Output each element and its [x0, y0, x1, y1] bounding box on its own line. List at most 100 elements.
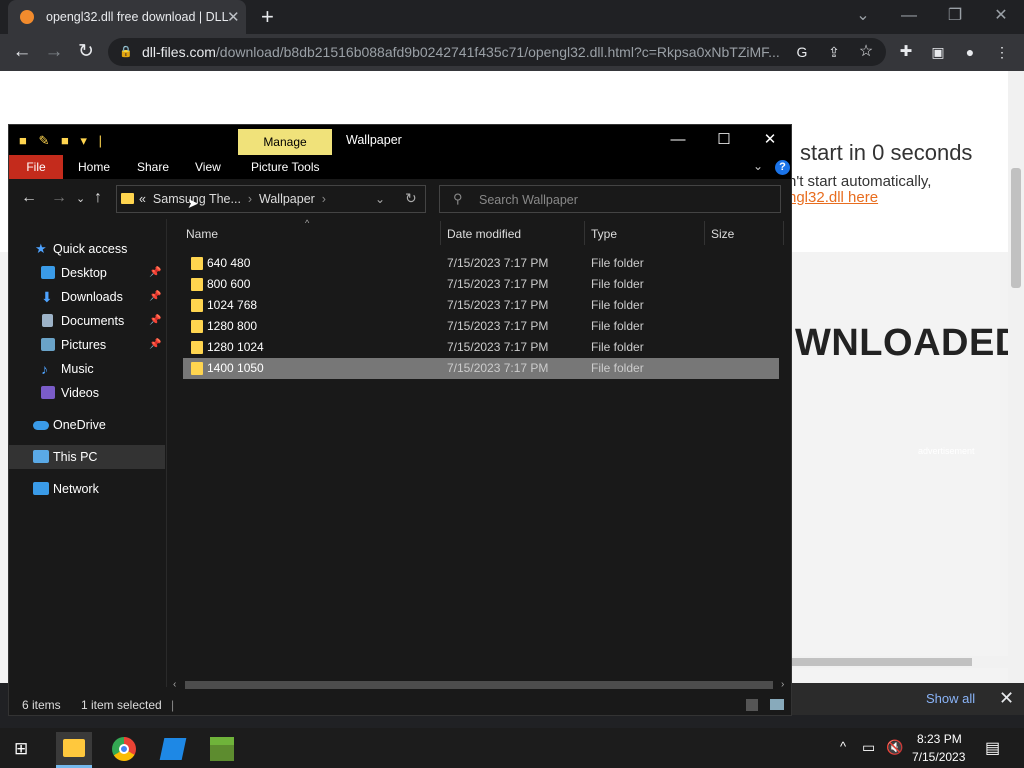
- item-count: 6 items: [22, 698, 61, 712]
- google-lens-icon[interactable]: G: [788, 38, 816, 66]
- nav-item-onedrive[interactable]: OneDrive: [9, 413, 165, 437]
- help-icon[interactable]: ?: [775, 160, 790, 175]
- windows-start-icon[interactable]: ⊞: [14, 739, 28, 759]
- bookmark-star-icon[interactable]: ☆: [852, 38, 880, 66]
- file-row[interactable]: 800 600 7/15/2023 7:17 PM File folder: [183, 274, 779, 295]
- file-row-selected[interactable]: 1400 1050 7/15/2023 7:17 PM File folder: [183, 358, 779, 379]
- ribbon-tab-share[interactable]: Share: [137, 155, 169, 179]
- explorer-minimize-button[interactable]: —: [655, 127, 701, 153]
- nav-item-documents[interactable]: Documents 📌: [9, 309, 165, 333]
- ribbon-tab-picture-tools[interactable]: Picture Tools: [251, 155, 319, 179]
- ribbon-expand-chevron-icon[interactable]: ⌄: [753, 159, 763, 173]
- downloads-bar: [792, 683, 1024, 715]
- nav-item-downloads[interactable]: ⬇ Downloads 📌: [9, 285, 165, 309]
- column-header-type[interactable]: Type: [591, 227, 617, 241]
- breadcrumb[interactable]: « Samsung The... › Wallpaper ›: [139, 192, 326, 206]
- file-type: File folder: [591, 319, 644, 333]
- file-type: File folder: [591, 277, 644, 291]
- downloads-bar-close-icon[interactable]: ✕: [999, 688, 1014, 709]
- cloud-icon: [33, 421, 49, 430]
- share-icon[interactable]: ⇪: [820, 38, 848, 66]
- file-row[interactable]: 1280 800 7/15/2023 7:17 PM File folder: [183, 316, 779, 337]
- file-row[interactable]: 1280 1024 7/15/2023 7:17 PM File folder: [183, 337, 779, 358]
- recent-locations-icon[interactable]: ⌄: [76, 192, 85, 205]
- quick-access-toolbar-icons[interactable]: ■ ✎ ■ ▾ |: [19, 133, 106, 149]
- page-scrollbar[interactable]: [1008, 71, 1024, 683]
- restore-button[interactable]: ❐: [932, 4, 978, 28]
- nav-item-quick-access[interactable]: ★ Quick access: [9, 237, 165, 261]
- page-hscrollbar-thumb[interactable]: [792, 658, 972, 666]
- refresh-icon[interactable]: ↻: [405, 190, 417, 207]
- browser-tab[interactable]: opengl32.dll free download | DLL: [8, 0, 246, 34]
- breadcrumb-overflow[interactable]: «: [139, 192, 146, 206]
- column-divider[interactable]: [440, 221, 441, 245]
- file-date: 7/15/2023 7:17 PM: [447, 319, 549, 333]
- breadcrumb-item-current[interactable]: Wallpaper: [259, 192, 315, 206]
- scroll-left-icon[interactable]: ‹: [173, 679, 176, 690]
- extensions-icon[interactable]: ✚: [892, 38, 920, 66]
- file-date: 7/15/2023 7:17 PM: [447, 256, 549, 270]
- file-explorer-window: ■ ✎ ■ ▾ | Manage Wallpaper — ☐ ✕ File Ho…: [8, 124, 792, 716]
- notification-center-icon[interactable]: ▤: [985, 738, 1000, 758]
- reload-icon[interactable]: ↻: [72, 38, 100, 66]
- address-bar[interactable]: dll-files.com/download/b8db21516b088afd9…: [108, 38, 886, 66]
- file-list-hscrollbar-thumb[interactable]: [185, 681, 773, 689]
- file-row[interactable]: 1024 768 7/15/2023 7:17 PM File folder: [183, 295, 779, 316]
- show-hidden-icons-icon[interactable]: ^: [840, 739, 846, 754]
- column-header-date[interactable]: Date modified: [447, 227, 521, 241]
- network-status-icon[interactable]: ▭: [862, 739, 875, 756]
- file-type: File folder: [591, 256, 644, 270]
- pictures-icon: [41, 338, 55, 351]
- details-view-icon[interactable]: [746, 699, 758, 711]
- clock-date[interactable]: 7/15/2023: [912, 750, 965, 764]
- show-all-button[interactable]: Show all: [926, 691, 975, 706]
- file-row[interactable]: 640 480 7/15/2023 7:17 PM File folder: [183, 253, 779, 274]
- manage-tab[interactable]: Manage: [238, 129, 332, 156]
- network-icon: [33, 482, 49, 495]
- ribbon-tab-file[interactable]: File: [9, 155, 63, 179]
- explorer-maximize-button[interactable]: ☐: [701, 127, 747, 153]
- column-divider[interactable]: [584, 221, 585, 245]
- new-tab-button[interactable]: +: [261, 4, 274, 30]
- forward-icon[interactable]: →: [40, 38, 68, 66]
- download-link[interactable]: ngl32.dll here: [788, 189, 878, 206]
- nav-item-desktop[interactable]: Desktop 📌: [9, 261, 165, 285]
- menu-icon[interactable]: ⋮: [988, 38, 1016, 66]
- side-panel-icon[interactable]: ▣: [924, 38, 952, 66]
- lock-icon[interactable]: 🔒: [119, 45, 133, 58]
- taskbar-file-explorer[interactable]: [56, 732, 92, 766]
- column-header-name[interactable]: Name: [186, 227, 218, 241]
- back-icon[interactable]: ←: [8, 38, 36, 66]
- clock-time[interactable]: 8:23 PM: [917, 732, 962, 746]
- volume-muted-icon[interactable]: 🔇: [886, 739, 903, 756]
- file-date: 7/15/2023 7:17 PM: [447, 340, 549, 354]
- file-date: 7/15/2023 7:17 PM: [447, 298, 549, 312]
- nav-item-pictures[interactable]: Pictures 📌: [9, 333, 165, 357]
- ribbon-tab-home[interactable]: Home: [78, 155, 110, 179]
- column-divider[interactable]: [783, 221, 784, 245]
- nav-item-this-pc[interactable]: This PC: [9, 445, 165, 469]
- page-scrollbar-thumb[interactable]: [1011, 168, 1021, 288]
- explorer-close-button[interactable]: ✕: [747, 127, 793, 153]
- explorer-forward-icon[interactable]: →: [51, 189, 67, 207]
- column-divider[interactable]: [704, 221, 705, 245]
- nav-item-network[interactable]: Network: [9, 477, 165, 501]
- close-window-button[interactable]: ✕: [978, 4, 1024, 28]
- profile-icon[interactable]: ●: [956, 38, 984, 66]
- column-header-size[interactable]: Size: [711, 227, 734, 241]
- nav-item-music[interactable]: ♪ Music: [9, 357, 165, 381]
- nav-item-videos[interactable]: Videos: [9, 381, 165, 405]
- address-dropdown-icon[interactable]: ⌄: [375, 192, 385, 206]
- minecraft-icon[interactable]: [210, 737, 234, 761]
- file-date: 7/15/2023 7:17 PM: [447, 361, 549, 375]
- roblox-icon[interactable]: [159, 738, 187, 760]
- tab-search-icon[interactable]: ⌄: [840, 4, 886, 28]
- minimize-button[interactable]: —: [886, 4, 932, 28]
- ribbon-tab-view[interactable]: View: [195, 155, 221, 179]
- tab-close-icon[interactable]: ✕: [227, 8, 240, 26]
- pin-icon: 📌: [149, 267, 162, 278]
- up-folder-icon[interactable]: ↑: [94, 189, 102, 207]
- large-icons-view-icon[interactable]: [770, 699, 784, 710]
- explorer-back-icon[interactable]: ←: [21, 189, 37, 207]
- scroll-right-icon[interactable]: ›: [781, 679, 784, 690]
